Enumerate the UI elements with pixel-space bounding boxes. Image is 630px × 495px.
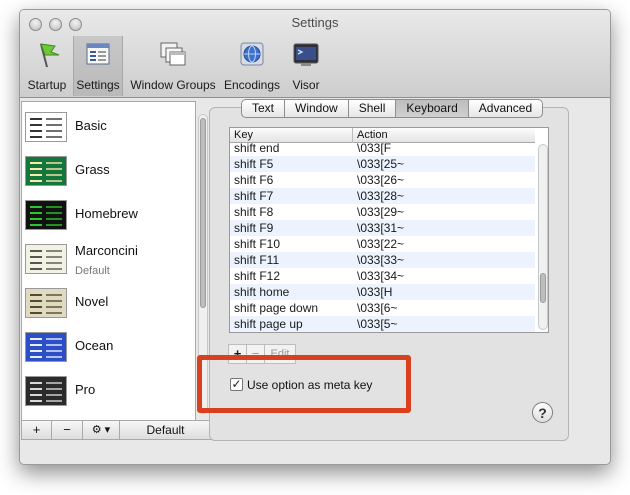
key-cell: shift F5	[234, 157, 274, 171]
key-cell: shift F12	[234, 269, 281, 283]
globe-encodings-icon	[240, 42, 264, 66]
profile-thumbnail	[25, 244, 67, 274]
key-cell: shift end	[234, 141, 280, 155]
profile-thumbnail	[25, 200, 67, 230]
tab-advanced[interactable]: Advanced	[469, 100, 542, 117]
action-cell: \033[6~	[357, 301, 398, 315]
action-cell: \033[22~	[357, 237, 405, 251]
tab-window[interactable]: Window	[285, 100, 349, 117]
profile-name: Marconcini	[75, 243, 138, 258]
table-scrollbar[interactable]	[538, 144, 548, 330]
flag-icon	[40, 43, 60, 68]
profile-list-buttons: + − ⚙ ▾ Default	[21, 420, 212, 440]
toolbar-encodings[interactable]: Encodings	[222, 36, 282, 96]
action-cell: \033[5~	[357, 317, 398, 331]
title-bar: Settings Startup Settings Window Groups …	[20, 10, 610, 98]
key-cell: shift F9	[234, 221, 274, 235]
tab-keyboard[interactable]: Keyboard	[396, 100, 469, 117]
profile-list[interactable]: Basic Grass Homebrew Marconcini Default Novel…	[21, 101, 208, 435]
toolbar-label: Encodings	[223, 78, 281, 92]
profile-item[interactable]: Homebrew	[22, 194, 180, 238]
table-row[interactable]: shift F8 \033[29~	[230, 204, 535, 220]
profile-name: Pro	[75, 382, 96, 397]
help-button[interactable]: ?	[532, 402, 553, 423]
profile-thumbnail	[25, 288, 67, 318]
table-row[interactable]: shift F9 \033[31~	[230, 220, 535, 236]
window-title: Settings	[291, 15, 339, 30]
action-cell: \033[33~	[357, 253, 405, 267]
gear-menu-button[interactable]: ⚙ ▾	[83, 421, 120, 439]
toolbar-label: Settings	[76, 78, 120, 92]
profile-name: Basic	[75, 118, 107, 133]
action-cell: \033[F	[357, 141, 392, 155]
profile-item[interactable]: Marconcini Default	[22, 238, 180, 282]
action-cell: \033[25~	[357, 157, 405, 171]
profile-thumbnail	[25, 156, 67, 186]
tab-shell[interactable]: Shell	[349, 100, 397, 117]
action-cell: \033[28~	[357, 189, 405, 203]
profile-thumbnail	[25, 332, 67, 362]
table-row[interactable]: shift page up \033[5~	[230, 316, 535, 332]
settings-panel-icon	[86, 43, 110, 65]
scrollbar-knob[interactable]	[200, 118, 206, 308]
set-default-button[interactable]: Default	[120, 421, 211, 439]
window-groups-icon	[160, 42, 186, 66]
settings-tabs: Text Window Shell Keyboard Advanced	[241, 99, 544, 118]
key-cell: shift home	[234, 285, 290, 299]
profile-name: Grass	[75, 162, 110, 177]
table-row[interactable]: shift F12 \033[34~	[230, 268, 535, 284]
table-row[interactable]: shift F7 \033[28~	[230, 188, 535, 204]
action-cell: \033[31~	[357, 221, 405, 235]
key-mapping-table[interactable]: Key Action shift end \033[F shift F5 \033[2…	[229, 127, 549, 333]
profile-item[interactable]: Novel	[22, 282, 180, 326]
profile-name: Homebrew	[75, 206, 138, 221]
profile-name: Novel	[75, 294, 109, 309]
key-cell: shift F11	[234, 253, 280, 267]
profile-item[interactable]: Pro	[22, 370, 180, 414]
remove-profile-button[interactable]: −	[52, 421, 83, 439]
toolbar-settings[interactable]: Settings	[73, 36, 123, 96]
action-cell: \033[34~	[357, 269, 405, 283]
toolbar-window-groups[interactable]: Window Groups	[128, 36, 218, 96]
terminal-visor-icon	[293, 43, 319, 66]
table-row[interactable]: shift F5 \033[25~	[230, 156, 535, 172]
toolbar-label: Startup	[27, 78, 67, 92]
scrollbar-knob[interactable]	[540, 273, 546, 303]
profile-thumbnail	[25, 112, 67, 142]
table-row[interactable]: shift page down \033[6~	[230, 300, 535, 316]
profile-item[interactable]: Grass	[22, 150, 180, 194]
profile-item[interactable]: Basic	[22, 106, 180, 150]
tab-text[interactable]: Text	[242, 100, 286, 117]
key-cell: shift page down	[234, 301, 319, 315]
table-row[interactable]: shift end \033[F	[230, 140, 535, 156]
table-row[interactable]: shift F11 \033[33~	[230, 252, 535, 268]
table-row[interactable]: shift F10 \033[22~	[230, 236, 535, 252]
key-cell: shift F7	[234, 189, 274, 203]
action-cell: \033[26~	[357, 173, 405, 187]
key-cell: shift F8	[234, 205, 274, 219]
profile-name: Ocean	[75, 338, 114, 353]
action-cell: \033[29~	[357, 205, 405, 219]
profile-default-label: Default	[75, 265, 110, 277]
annotation-highlight-box	[197, 355, 411, 413]
table-row[interactable]: shift F6 \033[26~	[230, 172, 535, 188]
toolbar-label: Window Groups	[130, 78, 216, 92]
key-cell: shift page up	[234, 317, 303, 331]
toolbar-startup[interactable]: Startup	[24, 36, 70, 96]
key-cell: shift F6	[234, 173, 274, 187]
action-cell: \033[H	[357, 285, 393, 299]
key-cell: shift F10	[234, 237, 281, 251]
table-row[interactable]: shift home \033[H	[230, 284, 535, 300]
toolbar-label: Visor	[292, 78, 320, 92]
add-profile-button[interactable]: +	[22, 421, 52, 439]
profile-thumbnail	[25, 376, 67, 406]
profile-item[interactable]: Ocean	[22, 326, 180, 370]
toolbar-visor[interactable]: Visor	[286, 36, 326, 96]
